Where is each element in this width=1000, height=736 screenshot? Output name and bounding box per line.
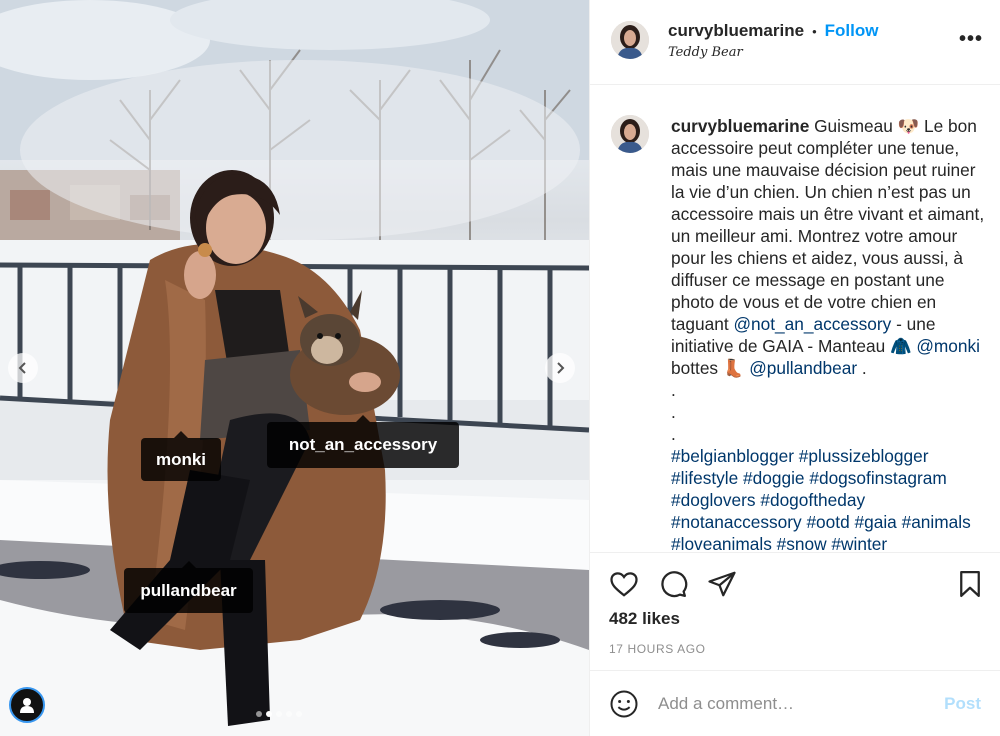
user-icon [20,698,34,713]
post-timestamp[interactable]: 17 HOURS AGO [609,642,706,656]
caption-username[interactable]: curvybluemarine [671,116,809,136]
next-photo-button[interactable] [545,353,575,383]
username-link[interactable]: curvybluemarine [668,21,804,41]
caption-text: bottes 👢 [671,358,750,378]
comments-section[interactable]: curvybluemarine Guismeau 🐶 Le bon access… [590,86,1000,552]
bookmark-icon [960,571,980,597]
like-button[interactable] [609,569,639,604]
carousel-dot [296,711,302,717]
mention-not-an-accessory[interactable]: @not_an_accessory [733,314,891,334]
more-options-button[interactable]: ••• [959,28,983,51]
post-comment-button[interactable]: Post [944,694,981,714]
caption-dot: . [671,424,676,444]
smiley-icon [610,690,638,718]
mention-monki[interactable]: @monki [916,336,980,356]
paper-plane-icon [708,571,736,597]
emoji-button[interactable] [609,689,639,724]
photo-scene [0,0,589,736]
mention-pullandbear[interactable]: @pullandbear [749,358,857,378]
carousel-dot [256,711,262,717]
post-sidebar: curvybluemarine • Follow Teddy Bear ••• … [589,0,1000,736]
like-count[interactable]: 482 likes [609,609,680,629]
post-caption: curvybluemarine Guismeau 🐶 Le bon access… [671,115,991,552]
caption-hashtags[interactable]: #belgianblogger #plussizeblogger #lifest… [671,445,991,552]
photo-tag-label: not_an_accessory [288,435,438,454]
carousel-dot [276,711,282,717]
photo-tag-not-an-accessory[interactable]: not_an_accessory [267,415,459,468]
user-tags-button[interactable] [9,687,45,723]
avatar-image [611,115,649,153]
photo-tag-label: monki [155,449,207,469]
chevron-left-icon [18,362,26,374]
caption-avatar[interactable] [611,115,649,153]
share-button[interactable] [707,569,737,604]
separator-dot: • [812,23,817,39]
post-header: curvybluemarine • Follow Teddy Bear ••• [590,0,1000,85]
photo-tag-monki[interactable]: monki [141,431,221,481]
photo-tag-label: pullandbear [140,580,237,600]
save-button[interactable] [955,569,985,604]
comment-input[interactable]: Add a comment… [658,694,794,714]
caption-text: . [857,358,867,378]
avatar[interactable] [611,21,649,59]
avatar-image [611,21,649,59]
comment-icon [661,571,688,598]
previous-photo-button[interactable] [8,353,38,383]
photo-tag-pullandbear[interactable]: pullandbear [124,561,253,613]
carousel-dot-active [266,711,272,717]
post-actions: 482 likes 17 HOURS AGO [590,552,1000,670]
more-options-icon: ••• [958,28,983,50]
location-link[interactable]: Teddy Bear [668,45,743,60]
chevron-right-icon [557,362,565,374]
heart-icon [610,572,638,597]
carousel-indicator [256,711,302,717]
post-photo[interactable]: monki not_an_accessory pullandbear [0,0,589,736]
caption-dot: . [671,402,676,422]
carousel-dot [286,711,292,717]
caption-dot: . [671,380,676,400]
caption-text: Guismeau 🐶 Le bon accessoire peut complé… [671,116,985,334]
follow-button[interactable]: Follow [825,21,879,41]
comment-form: Add a comment… Post [590,670,1000,736]
comment-button[interactable] [658,569,688,604]
